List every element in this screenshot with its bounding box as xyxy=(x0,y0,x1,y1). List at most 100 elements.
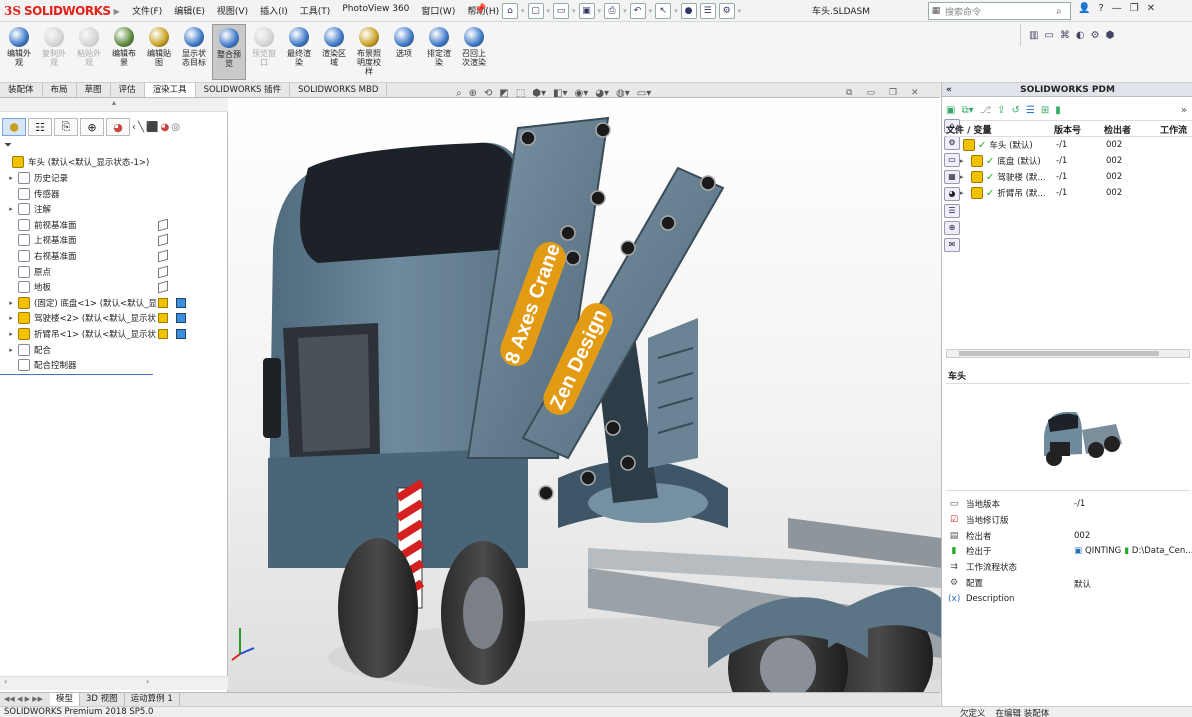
collapse-pane-icon[interactable]: « xyxy=(946,83,952,97)
options-gear-icon[interactable]: ⚙ xyxy=(718,3,735,19)
tree-item-8[interactable]: ▸ (固定) 底盘<1> (默认<默认_显 xyxy=(6,295,157,311)
tree-arrow-left-icon[interactable]: ‹ xyxy=(132,122,136,133)
render-command-button-9[interactable]: 渲染区 域 xyxy=(317,24,351,80)
undo-icon[interactable]: ↶ xyxy=(629,3,646,19)
tab-5[interactable]: SOLIDWORKS 插件 xyxy=(196,83,291,97)
tree-root[interactable]: 车头 (默认<默认_显示状态-1>) xyxy=(0,154,149,170)
line-tool-icon[interactable]: ╲ xyxy=(138,122,144,133)
menu-item-4[interactable]: 工具(T) xyxy=(294,4,337,17)
tile-window-icon[interactable]: ▥ xyxy=(1029,30,1038,41)
logo-menu-arrow-icon[interactable]: ▶ xyxy=(114,7,120,16)
menu-item-5[interactable]: PhotoView 360 xyxy=(336,4,415,17)
rollback-bar[interactable] xyxy=(0,374,153,375)
edit-appearance-icon[interactable]: ◕▾ xyxy=(595,88,609,99)
home-icon[interactable]: ⌂ xyxy=(502,3,518,19)
col-version[interactable]: 版本号 xyxy=(1054,123,1081,136)
render-command-button-8[interactable]: 最终渲 染 xyxy=(282,24,316,80)
panel-collapse-handle[interactable]: ▴ xyxy=(0,98,228,112)
pdm-horizontal-scrollbar[interactable] xyxy=(946,349,1190,358)
render-command-button-13[interactable]: 召回上 次渲染 xyxy=(457,24,491,80)
tab-0[interactable]: 装配体 xyxy=(0,83,43,97)
display-state-icon[interactable] xyxy=(176,313,186,324)
col-file[interactable]: 文件 / 变量 xyxy=(946,123,992,136)
plane-visibility-icon[interactable] xyxy=(158,249,168,263)
custom-properties-tab-icon[interactable]: ☰ xyxy=(944,204,960,218)
plane-visibility-icon[interactable] xyxy=(158,280,168,294)
traffic-light-icon[interactable]: ● xyxy=(680,3,697,19)
pdm-row[interactable]: ▸ ✓ 底盘 (默认) -/1 002 xyxy=(960,153,1182,169)
solidworks-logo[interactable]: 3S SOLIDWORKS ▶ xyxy=(4,2,120,20)
tree-item-7[interactable]: 地板 xyxy=(6,279,51,295)
render-command-button-2[interactable]: 粘贴外 观 xyxy=(72,24,106,80)
render-command-button-12[interactable]: 排定渲 染 xyxy=(422,24,456,80)
view-orientation-icon[interactable]: ⬢▾ xyxy=(532,88,546,99)
component-icon[interactable] xyxy=(158,297,168,308)
settings-gear-icon[interactable]: ⚙ xyxy=(1091,30,1100,41)
display-pane-icon[interactable]: ◎ xyxy=(171,122,180,133)
new-document-icon[interactable]: ▢ xyxy=(527,3,544,19)
pdm-green-doc-icon[interactable]: ▮ xyxy=(1055,105,1061,116)
expand-arrow-icon[interactable]: ▸ xyxy=(6,174,16,182)
pdm-checkin-icon[interactable]: ⇪ xyxy=(997,105,1005,116)
cube-icon[interactable]: ⬢ xyxy=(1106,30,1115,41)
pdm-checkout-icon[interactable]: ⎇ xyxy=(980,105,992,116)
minimize-icon[interactable]: — xyxy=(1112,3,1122,14)
bottom-tab-2[interactable]: 运动算例 1 xyxy=(125,693,180,706)
expand-arrow-icon[interactable]: ▸ xyxy=(960,189,968,197)
close-icon[interactable]: ✕ xyxy=(1147,3,1155,14)
pdm-tree-icon[interactable]: ⊞ xyxy=(1041,105,1049,116)
open-folder-icon[interactable]: ▭ xyxy=(553,3,570,19)
restore-icon[interactable]: ❐ xyxy=(1130,3,1139,14)
dynamic-annotation-icon[interactable]: ⬚ xyxy=(516,88,525,99)
menu-item-0[interactable]: 文件(F) xyxy=(126,4,168,17)
zoom-to-fit-icon[interactable]: ⌕ xyxy=(456,88,462,99)
configuration-manager-tab-icon[interactable]: ⎘ xyxy=(54,118,78,136)
expand-arrow-icon[interactable]: ▸ xyxy=(6,314,16,322)
pdm-row[interactable]: ✓ 车头 (默认) -/1 002 xyxy=(952,137,1182,153)
tree-item-4[interactable]: 上视基准面 xyxy=(6,232,77,248)
tree-item-5[interactable]: 右视基准面 xyxy=(6,248,77,264)
viewport-restore-icon[interactable]: ❐ xyxy=(889,88,897,98)
graphics-area[interactable]: 8 Axes Crane Zen Design xyxy=(228,98,941,692)
plane-visibility-icon[interactable] xyxy=(158,234,168,247)
hide-show-items-icon[interactable]: ◉▾ xyxy=(575,88,589,99)
expand-arrow-icon[interactable]: ▸ xyxy=(6,330,16,338)
scroll-left-icon[interactable]: ‹ xyxy=(4,677,7,686)
filter-icon[interactable]: ⏷ xyxy=(4,140,12,151)
display-state-icon[interactable] xyxy=(176,329,186,339)
render-command-button-0[interactable]: 编辑外 观 xyxy=(2,24,36,80)
pdm-tab-icon[interactable]: ⊕ xyxy=(944,221,960,235)
tree-item-0[interactable]: ▸ 历史记录 xyxy=(6,170,68,186)
tree-item-3[interactable]: 前视基准面 xyxy=(6,217,77,233)
tab-1[interactable]: 布局 xyxy=(43,83,77,97)
monitor-icon[interactable]: ▭ xyxy=(1044,30,1053,41)
tree-item-6[interactable]: 原点 xyxy=(6,264,51,280)
expand-arrow-icon[interactable]: ▸ xyxy=(960,173,968,181)
viewport-minimize-icon[interactable]: ▭ xyxy=(866,88,875,98)
display-style-icon[interactable]: ◧▾ xyxy=(553,88,567,99)
component-icon[interactable] xyxy=(158,313,168,324)
col-checked-by[interactable]: 检出者 xyxy=(1104,123,1131,136)
tree-item-1[interactable]: 传感器 xyxy=(6,186,60,202)
plane-visibility-icon[interactable] xyxy=(158,265,168,278)
search-icon[interactable]: ⌕ xyxy=(1056,6,1070,17)
save-icon[interactable]: ▣ xyxy=(578,3,595,19)
render-command-button-7[interactable]: 预览窗 口 xyxy=(247,24,281,80)
plane-visibility-icon[interactable] xyxy=(158,218,168,232)
render-command-button-6[interactable]: 整合预 览 xyxy=(212,24,246,80)
viewport-close-icon[interactable]: ✕ xyxy=(911,88,919,98)
help-icon[interactable]: ? xyxy=(1098,3,1103,14)
feature-manager-tab-icon[interactable]: ⬢ xyxy=(2,118,26,136)
tree-item-2[interactable]: ▸ 注解 xyxy=(6,201,51,217)
tree-item-12[interactable]: 配合控制器 xyxy=(6,357,77,373)
pdm-more-icon[interactable]: » xyxy=(1181,105,1187,116)
file-explorer-tab-icon[interactable]: ▭ xyxy=(944,153,960,167)
render-command-button-11[interactable]: 选项 xyxy=(387,24,421,80)
tab-nav-arrows[interactable]: ◀◀ ◀ ▶ ▶▶ xyxy=(0,693,50,706)
pdm-file-icon[interactable]: ▣ xyxy=(946,105,955,116)
zoom-to-area-icon[interactable]: ⊕ xyxy=(469,88,477,99)
expand-arrow-icon[interactable]: ▸ xyxy=(960,157,968,165)
pdm-copy-icon[interactable]: ⧉▾ xyxy=(961,105,973,116)
tree-item-11[interactable]: ▸ 配合 xyxy=(6,342,51,358)
box-icon[interactable]: ⬛ xyxy=(146,122,158,133)
